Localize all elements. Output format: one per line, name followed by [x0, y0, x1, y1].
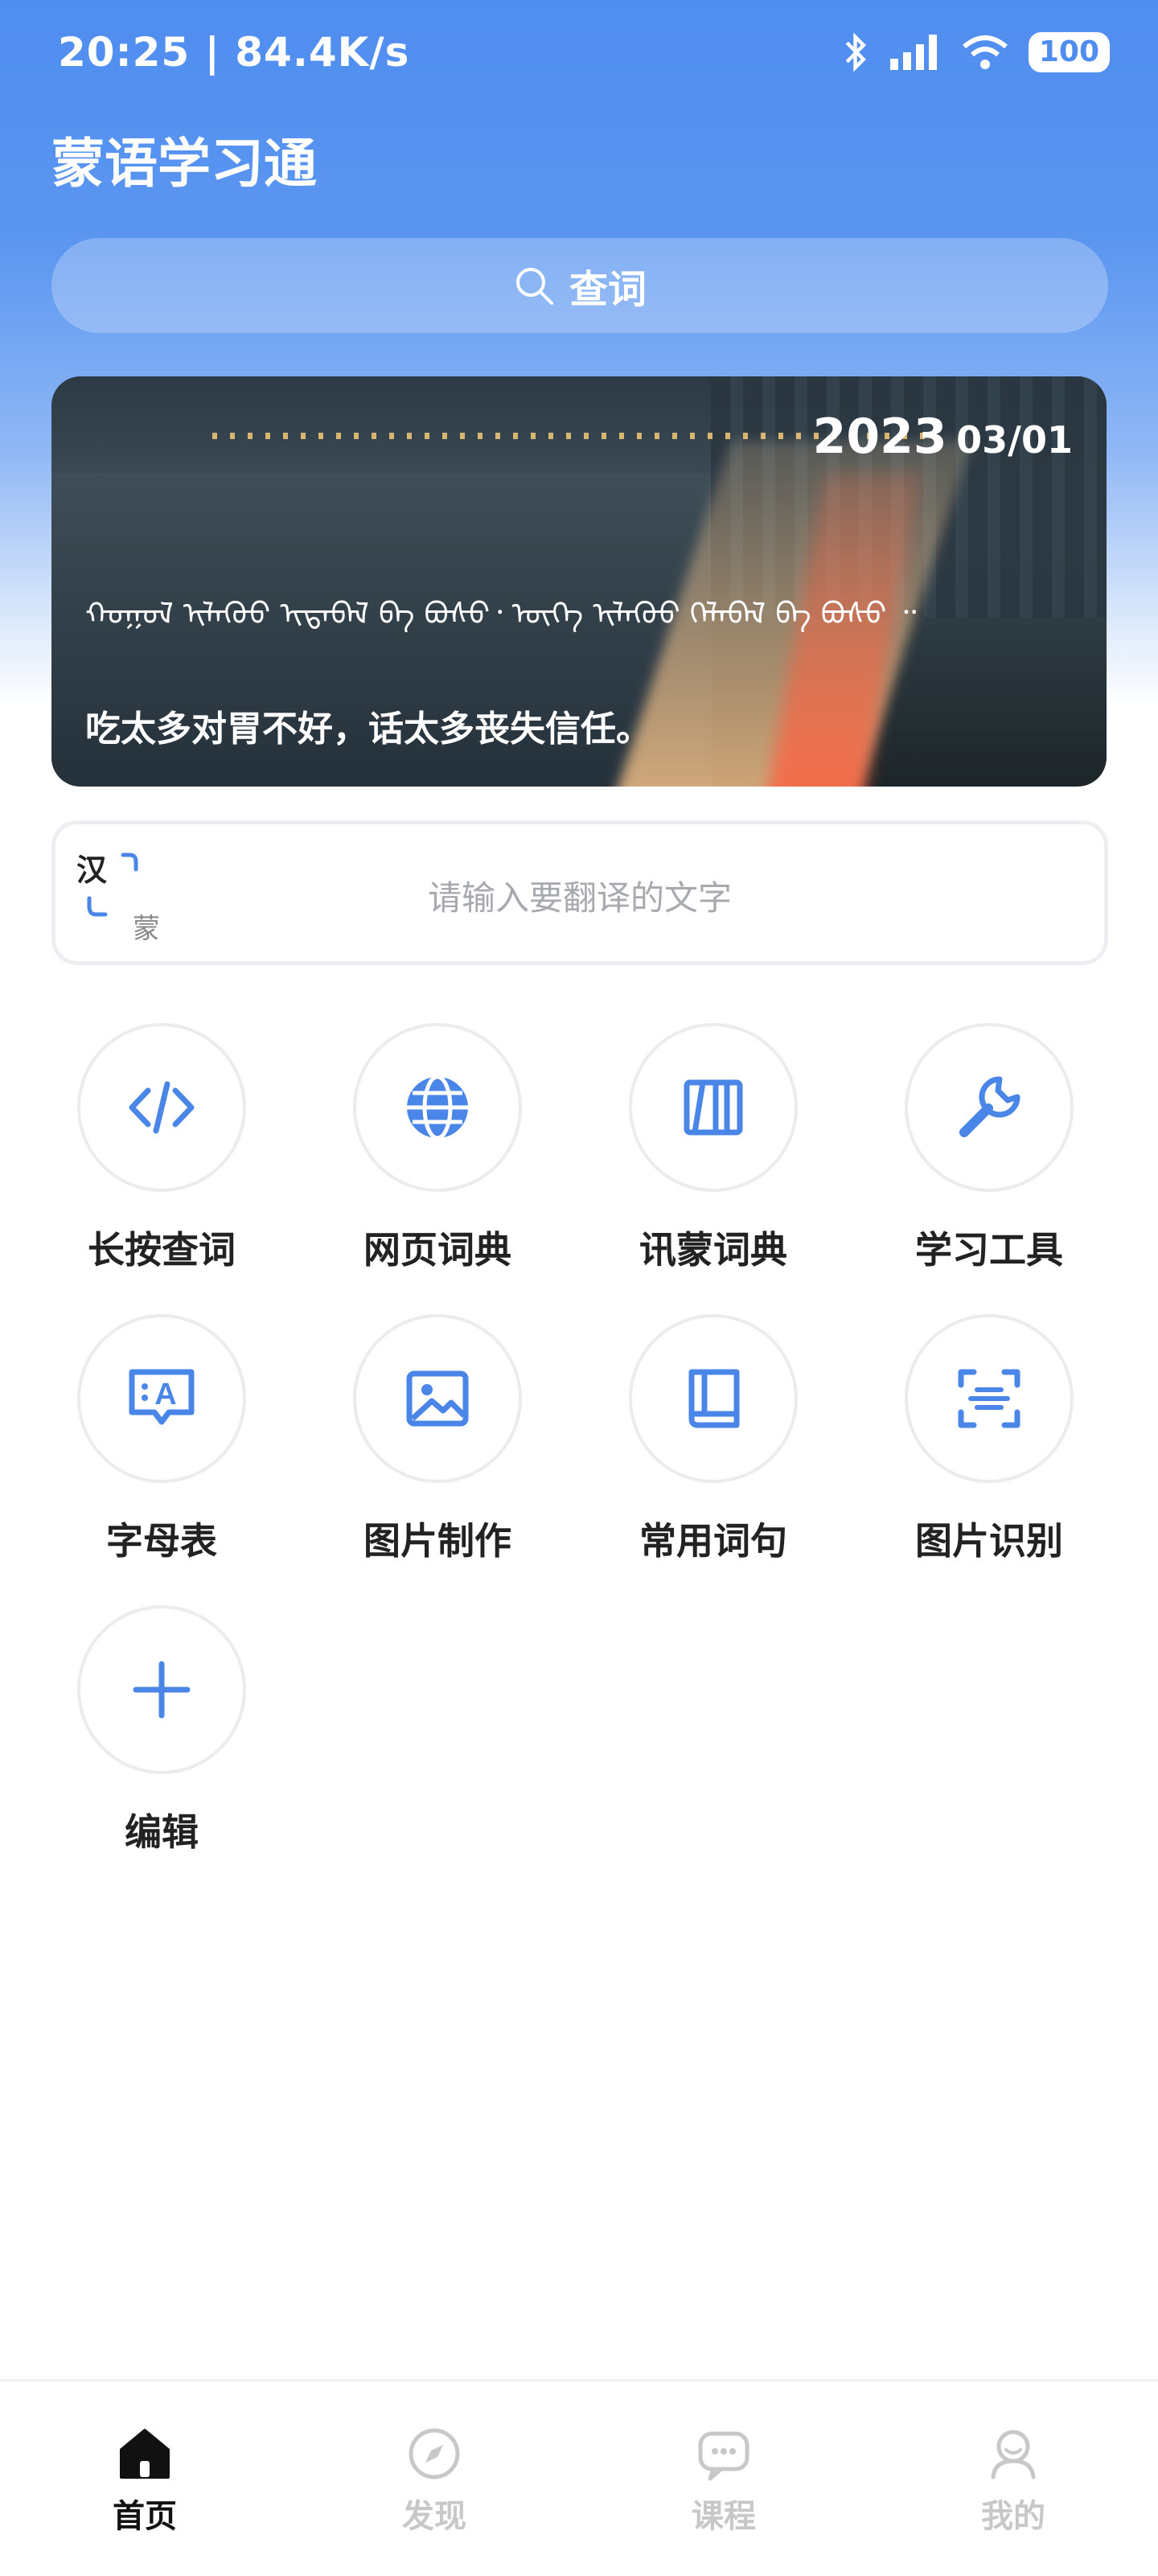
plus-icon	[133, 1661, 191, 1719]
bottom-tab-bar: 首页 发现 课程 我的	[0, 2379, 1158, 2576]
feature-icon-circle	[77, 1023, 246, 1192]
alphabet-icon: A	[129, 1369, 195, 1425]
feature-image-recognition[interactable]: 图片识别	[901, 1314, 1078, 1565]
banner-mongolian-text: ᠬᠣᠭᠣᠯ ᠢᠯᠡᠭᠦᠦ ᠢᠳᠡᠪᠡᠯ ᠪᠡ ᠪᠤᠰᠤ᠂ ᠦᠭᠡ ᠢᠯᠡᠭᠦᠦ …	[85, 596, 917, 631]
status-bar: 20:25 | 84.4K/s 100	[0, 0, 1158, 109]
tab-mine[interactable]: 我的	[941, 2426, 1086, 2537]
network-speed: 84.4K/s	[235, 29, 410, 76]
home-icon	[120, 2429, 170, 2479]
translate-placeholder: 请输入要翻译的文字	[427, 878, 732, 918]
status-time: 20:25 | 84.4K/s	[58, 29, 409, 76]
clock: 20:25	[58, 29, 191, 76]
feature-alphabet[interactable]: A 字母表	[73, 1314, 250, 1565]
tab-label: 我的	[981, 2498, 1045, 2535]
tab-courses[interactable]: 课程	[651, 2426, 796, 2537]
feature-label: 常用词句	[639, 1519, 787, 1563]
user-icon	[991, 2430, 1036, 2479]
feature-long-press-lookup[interactable]: 长按查词	[73, 1023, 250, 1274]
banner-chinese-quote: 吃太多对胃不好，话太多丧失信任。	[85, 709, 651, 750]
feature-icon-circle	[353, 1314, 522, 1483]
feature-icon-circle	[905, 1023, 1074, 1192]
feature-label: 图片制作	[363, 1519, 511, 1563]
svg-text:A: A	[154, 1378, 176, 1411]
feature-learning-tools[interactable]: 学习工具	[901, 1023, 1078, 1274]
feature-common-phrases[interactable]: 常用词句	[625, 1314, 802, 1565]
feature-edit[interactable]: 编辑	[73, 1605, 250, 1856]
feature-label: 字母表	[106, 1519, 217, 1563]
banner-date: 2023 03/01	[813, 409, 1073, 465]
daily-quote-banner[interactable]: 2023 03/01 ᠬᠣᠭᠣᠯ ᠢᠯᠡᠭᠦᠦ ᠢᠳᠡᠪᠡᠯ ᠪᠡ ᠪᠤᠰᠤ᠂ …	[51, 376, 1107, 787]
chat-icon	[698, 2431, 749, 2481]
wifi-icon	[962, 35, 1008, 69]
globe-icon	[407, 1074, 468, 1140]
feature-icon-circle	[77, 1605, 246, 1774]
tab-label: 首页	[113, 2498, 177, 2535]
compass-icon	[409, 2428, 460, 2479]
search-label: 查词	[569, 267, 647, 312]
banner-year: 2023	[812, 409, 947, 465]
feature-xunmeng-dictionary[interactable]: 讯蒙词典	[625, 1023, 802, 1274]
tab-label: 发现	[402, 2498, 466, 2535]
books-icon	[684, 1079, 743, 1136]
tab-label: 课程	[692, 2498, 756, 2535]
tab-discover[interactable]: 发现	[362, 2426, 507, 2537]
search-icon	[515, 268, 553, 305]
translate-input[interactable]: 汉 蒙 请输入要翻译的文字	[51, 820, 1108, 965]
feature-label: 网页词典	[363, 1228, 511, 1272]
feature-label: 图片识别	[915, 1519, 1063, 1563]
feature-icon-circle	[905, 1314, 1074, 1483]
feature-label: 长按查词	[88, 1228, 236, 1272]
bluetooth-icon	[845, 32, 866, 72]
app-title: 蒙语学习通	[51, 133, 317, 195]
feature-icon-circle	[353, 1023, 522, 1192]
image-icon	[406, 1370, 469, 1427]
wrench-icon	[959, 1076, 1020, 1137]
search-button[interactable]: 查词	[51, 238, 1108, 333]
status-icons: 100	[842, 32, 1110, 72]
feature-icon-circle	[629, 1314, 798, 1483]
tab-home[interactable]: 首页	[72, 2426, 217, 2537]
feature-web-dictionary[interactable]: 网页词典	[349, 1023, 526, 1274]
code-icon	[129, 1081, 195, 1134]
separator: |	[204, 29, 236, 76]
feature-label: 讯蒙词典	[639, 1228, 787, 1272]
feature-label: 学习工具	[915, 1228, 1063, 1272]
book-icon	[688, 1369, 740, 1428]
banner-month-day: 03/01	[956, 418, 1073, 462]
scan-icon	[958, 1369, 1020, 1428]
feature-icon-circle	[629, 1023, 798, 1192]
feature-icon-circle: A	[77, 1314, 246, 1483]
feature-image-maker[interactable]: 图片制作	[349, 1314, 526, 1565]
battery-indicator: 100	[1028, 32, 1110, 72]
signal-icon	[889, 35, 937, 70]
feature-label: 编辑	[125, 1810, 199, 1854]
